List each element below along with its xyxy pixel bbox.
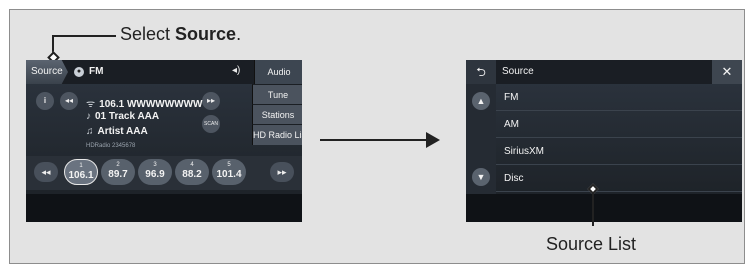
- preset-frequency: 101.4: [216, 169, 242, 180]
- volume-icon: ◂): [232, 65, 241, 76]
- track-line: ♪ 01 Track AAA: [86, 111, 160, 122]
- preset-button-5[interactable]: 5 101.4: [212, 159, 246, 185]
- page-indicator: [155, 186, 175, 199]
- transition-arrow-head: [426, 132, 440, 148]
- menu-item-hd-radio-list[interactable]: HD Radio List: [252, 124, 302, 145]
- preset-button-4[interactable]: 4 88.2: [175, 159, 209, 185]
- source-item-disc[interactable]: Disc: [496, 165, 742, 192]
- artist-line: ♫ Artist AAA: [86, 126, 148, 137]
- preset-button-1[interactable]: 1 106.1: [64, 159, 98, 185]
- audio-menu-button[interactable]: Audio Menu: [254, 60, 302, 101]
- menu-item-tune[interactable]: Tune: [252, 84, 302, 105]
- preset-number: 1: [79, 163, 83, 169]
- seek-forward-icon[interactable]: ▸▸: [202, 92, 220, 110]
- scroll-up-icon[interactable]: ▲: [472, 92, 490, 110]
- preset-next-icon[interactable]: ▸▸: [270, 162, 294, 182]
- source-list-screen: ⮌ Source ✕ ▲ ▼ FM AM SiriusXM Disc: [466, 60, 742, 222]
- select-source-callout: Select Source.: [120, 24, 242, 44]
- callout-leader-horizontal: [52, 35, 116, 37]
- seek-back-icon[interactable]: ◂◂: [60, 92, 78, 110]
- source-item-am[interactable]: AM: [496, 111, 742, 138]
- band-icon: ●: [74, 67, 84, 77]
- music-note-icon: ♪: [86, 111, 91, 122]
- close-icon[interactable]: ✕: [712, 60, 742, 84]
- bottom-bar: [466, 194, 742, 222]
- hd-radio-info: HDRadio 2345678: [86, 143, 136, 149]
- preset-button-3[interactable]: 3 96.9: [138, 159, 172, 185]
- preset-button-2[interactable]: 2 89.7: [101, 159, 135, 185]
- preset-frequency: 89.7: [108, 169, 128, 180]
- bottom-bar: [26, 194, 302, 222]
- band-label: FM: [89, 66, 104, 77]
- source-list-leader: [592, 192, 594, 226]
- preset-number: 2: [116, 162, 120, 168]
- screen-title: Source: [502, 66, 534, 77]
- preset-number: 4: [190, 162, 194, 168]
- preset-number: 3: [153, 162, 157, 168]
- scroll-down-icon[interactable]: ▼: [472, 168, 490, 186]
- fm-audio-screen: Source ● FM ◂) Audio Menu Tune Stations …: [26, 60, 302, 222]
- preset-frequency: 88.2: [182, 169, 202, 180]
- scroll-bar[interactable]: ▲ ▼: [466, 84, 496, 194]
- station-line: ᯤ 106.1 WWWWWWWW: [86, 99, 203, 110]
- preset-frequency: 106.1: [68, 170, 94, 181]
- source-button[interactable]: Source: [26, 60, 68, 84]
- source-item-fm[interactable]: FM: [496, 84, 742, 111]
- info-icon[interactable]: i: [36, 92, 54, 110]
- signal-icon: ᯤ: [86, 99, 96, 110]
- back-arrow-icon[interactable]: ⮌: [466, 60, 496, 84]
- preset-prev-icon[interactable]: ◂◂: [34, 162, 58, 182]
- source-item-siriusxm[interactable]: SiriusXM: [496, 138, 742, 165]
- preset-frequency: 96.9: [145, 169, 165, 180]
- source-list-caption: Source List: [546, 234, 637, 254]
- menu-item-stations[interactable]: Stations: [252, 104, 302, 125]
- scan-button[interactable]: SCAN: [202, 115, 220, 133]
- artist-icon: ♫: [86, 126, 94, 137]
- transition-arrow-shaft: [320, 139, 430, 141]
- preset-number: 5: [227, 162, 231, 168]
